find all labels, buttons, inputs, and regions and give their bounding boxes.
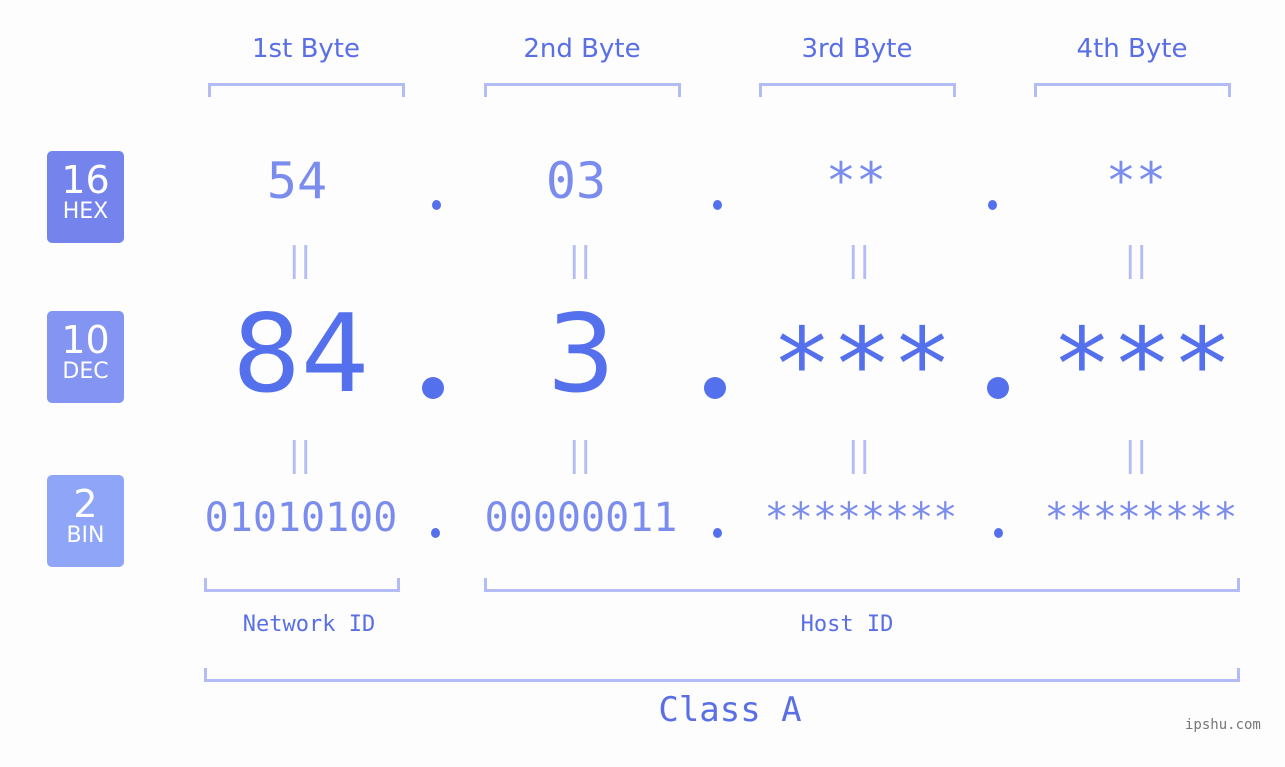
byte-bracket-3	[759, 83, 956, 97]
network-id-label: Network ID	[242, 612, 376, 637]
hex-label: HEX	[62, 199, 109, 224]
dec-byte-3: ***	[771, 306, 953, 423]
byte-header-2: 2nd Byte	[523, 34, 641, 64]
byte-bracket-1	[208, 83, 405, 97]
hex-byte-2: 03	[545, 152, 607, 210]
host-id-label: Host ID	[800, 612, 894, 637]
bin-separator-dot	[713, 528, 722, 538]
equals-sign: ||	[847, 435, 871, 475]
bin-separator-dot	[431, 528, 440, 538]
dec-separator-dot	[987, 377, 1009, 399]
bin-badge: 2 BIN	[47, 475, 124, 567]
bin-label: BIN	[66, 523, 105, 548]
dec-separator-dot	[704, 377, 726, 399]
bin-byte-4: ********	[1044, 495, 1238, 541]
hex-separator-dot	[432, 200, 441, 210]
hex-byte-3: **	[825, 152, 887, 210]
equals-sign: ||	[1124, 240, 1148, 280]
bin-base: 2	[73, 482, 98, 526]
byte-bracket-2	[484, 83, 681, 97]
dec-byte-2: 3	[546, 292, 616, 417]
host-id-bracket	[484, 578, 1240, 592]
byte-header-4: 4th Byte	[1076, 34, 1188, 64]
equals-sign: ||	[847, 240, 871, 280]
dec-byte-4: ***	[1051, 306, 1233, 423]
equals-sign: ||	[1124, 435, 1148, 475]
bin-byte-2: 00000011	[484, 495, 678, 541]
hex-separator-dot	[713, 200, 722, 210]
byte-header-1: 1st Byte	[252, 34, 360, 64]
hex-base: 16	[61, 158, 110, 202]
byte-header-3: 3rd Byte	[801, 34, 913, 64]
equals-sign: ||	[288, 435, 312, 475]
hex-badge: 16 HEX	[47, 151, 124, 243]
dec-label: DEC	[62, 359, 109, 384]
bin-separator-dot	[994, 528, 1003, 538]
dec-separator-dot	[422, 377, 444, 399]
class-bracket	[204, 668, 1240, 682]
byte-bracket-4	[1034, 83, 1231, 97]
network-id-bracket	[204, 578, 400, 592]
equals-sign: ||	[568, 240, 592, 280]
class-label: Class A	[658, 690, 802, 730]
equals-sign: ||	[568, 435, 592, 475]
bin-byte-3: ********	[764, 495, 958, 541]
equals-sign: ||	[288, 240, 312, 280]
watermark: ipshu.com	[1185, 717, 1261, 733]
dec-badge: 10 DEC	[47, 311, 124, 403]
dec-byte-1: 84	[232, 292, 370, 417]
hex-byte-4: **	[1105, 152, 1167, 210]
hex-byte-1: 54	[266, 152, 328, 210]
hex-separator-dot	[988, 200, 997, 210]
dec-base: 10	[61, 318, 110, 362]
bin-byte-1: 01010100	[204, 495, 398, 541]
